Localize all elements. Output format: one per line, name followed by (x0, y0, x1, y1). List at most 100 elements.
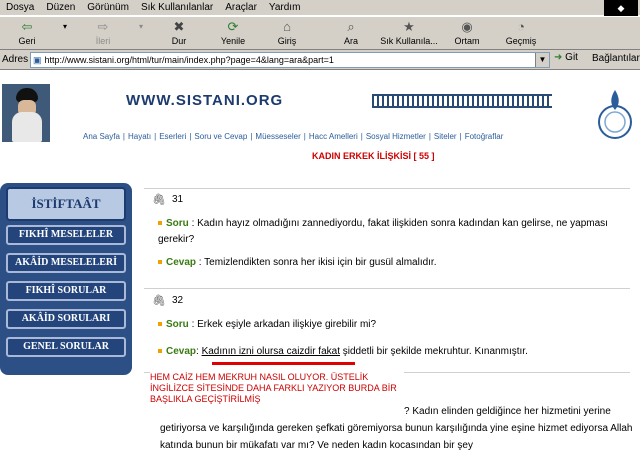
next-question-body: ? Kadın elinden geldiğince her hizmetini… (160, 406, 633, 451)
question-number: 31 (172, 193, 184, 205)
emblem-icon (598, 90, 632, 139)
question-text: : Kadın hayız olmadığını zannediyordu, f… (158, 218, 608, 245)
nav-fotograflar[interactable]: Fotoğraflar (462, 132, 507, 141)
search-label: Ara (343, 36, 358, 46)
page-icon: ▣ (33, 54, 42, 65)
sidebar-item-fikhi-meseleler[interactable]: FIKHÎ MESELELER (6, 225, 126, 245)
nav-siteler[interactable]: Siteler (431, 132, 460, 141)
nav-sosyal-hizmetler[interactable]: Sosyal Hizmetler (363, 132, 429, 141)
history-label: Geçmiş (505, 36, 537, 46)
home-icon: ⌂ (283, 19, 291, 34)
answer-label: Cevap (166, 346, 197, 357)
sidebar-item-genel-sorular[interactable]: GENEL SORULAR (6, 337, 126, 357)
sidebar-item-akaid-meseleleri[interactable]: AKÂİD MESELELERİ (6, 253, 126, 273)
stop-label: Dur (171, 36, 187, 46)
bullet-icon (158, 260, 162, 265)
nav-hayati[interactable]: Hayatı (125, 132, 154, 141)
paperclip-icon: 🖇 (152, 294, 166, 307)
bullet-icon (158, 349, 162, 354)
refresh-button[interactable]: ⟳ Yenile (206, 17, 260, 51)
annotation-note: HEM CAİZ HEM MEKRUH NASIL OLUYOR. ÜSTELİ… (150, 372, 404, 406)
search-icon: ⌕ (347, 19, 355, 34)
menu-dosya[interactable]: Dosya (0, 2, 40, 13)
nav-ana-sayfa[interactable]: Ana Sayfa (80, 132, 123, 141)
search-button[interactable]: ⌕ Ara (324, 17, 378, 51)
go-label: Git (565, 52, 578, 63)
refresh-icon: ⟳ (227, 19, 239, 34)
menu-sik-kullanilanlar[interactable]: Sık Kullanılanlar (135, 2, 219, 13)
menu-yardim[interactable]: Yardım (263, 2, 307, 13)
media-icon: ◉ (461, 19, 473, 34)
bullet-icon (158, 221, 162, 226)
site-nav: Ana Sayfa | Hayatı | Eserleri | Soru ve Cev… (80, 128, 570, 144)
question-header: 🖇 32 (152, 292, 632, 308)
answer-underlined-text: Kadının izni olursa caizdir fakat (201, 346, 340, 357)
history-button[interactable]: ◔ Geçmiş (494, 17, 548, 51)
go-button[interactable]: ➜ Git (554, 52, 578, 63)
bullet-icon (158, 322, 162, 327)
back-dropdown[interactable]: ▾ (54, 17, 76, 51)
favorites-icon: ★ (403, 19, 415, 34)
question-label: Soru (166, 319, 189, 330)
toolbar: ⇦ Geri ▾ ⇨ İleri ▾ ✖ Dur ⟳ Yenile ⌂ Giri… (0, 16, 640, 50)
arabic-calligraphy-banner (372, 94, 552, 108)
refresh-label: Yenile (220, 36, 246, 46)
menu-gorunum[interactable]: Görünüm (81, 2, 135, 13)
question-header: 🖇 31 (152, 191, 632, 207)
forward-arrow-icon: ⇨ (97, 19, 109, 34)
menu-bar: Dosya Düzen Görünüm Sık Kullanılanlar Ar… (0, 0, 640, 16)
home-button[interactable]: ⌂ Giriş (260, 17, 314, 51)
favorites-button[interactable]: ★ Sık Kullanıla... (378, 17, 440, 51)
divider (144, 288, 630, 289)
history-icon: ◔ (517, 19, 525, 34)
media-label: Ortam (454, 36, 480, 46)
divider (144, 188, 630, 189)
answer-row: Cevap: Kadının izni olursa caizdir fakat… (158, 344, 528, 360)
links-button[interactable]: Bağlantılar (592, 53, 640, 64)
nav-soru-ve-cevap[interactable]: Soru ve Cevap (191, 132, 250, 141)
back-label: Geri (18, 36, 36, 46)
answer-row: Cevap : Temizlendikten sonra her ikisi i… (158, 255, 437, 271)
question-row: Soru : Erkek eşiyle arkadan ilişkiye gir… (158, 317, 376, 333)
question-number: 32 (172, 294, 184, 306)
back-arrow-icon: ⇦ (21, 19, 33, 34)
menu-araclar[interactable]: Araçlar (219, 2, 263, 13)
address-url: http://www.sistani.org/html/tur/main/ind… (44, 55, 334, 65)
question-label: Soru (166, 218, 189, 229)
go-arrow-icon: ➜ (554, 52, 563, 63)
favorites-label: Sık Kullanıla... (380, 36, 438, 46)
sidebar-item-akaid-sorulari[interactable]: AKÂİD SORULARI (6, 309, 126, 329)
question-text: : Erkek eşiyle arkadan ilişkiye girebili… (191, 319, 377, 330)
dropdown-arrow-icon: ▾ (62, 22, 67, 31)
media-button[interactable]: ◉ Ortam (440, 17, 494, 51)
answer-text: şiddetli bir şekilde mekruhtur. Kınanmış… (339, 346, 528, 357)
dropdown-arrow-icon: ▾ (138, 22, 143, 31)
portrait-beard (12, 112, 42, 142)
forward-dropdown[interactable]: ▾ (130, 17, 152, 51)
windows-logo-icon: ◆ (604, 0, 638, 16)
red-underline-mark (212, 362, 355, 365)
home-label: Giriş (277, 36, 297, 46)
stop-button[interactable]: ✖ Dur (152, 17, 206, 51)
address-dropdown-icon[interactable]: ▼ (535, 53, 549, 67)
menu-duzen[interactable]: Düzen (40, 2, 81, 13)
back-button[interactable]: ⇦ Geri (0, 17, 54, 51)
sidebar-title: İSTİFTAÂT (6, 187, 126, 221)
paperclip-icon: 🖇 (152, 193, 166, 206)
sidebar-item-fikhi-sorular[interactable]: FIKHÎ SORULAR (6, 281, 126, 301)
forward-button[interactable]: ⇨ İleri (76, 17, 130, 51)
sidebar: İSTİFTAÂT FIKHÎ MESELELER AKÂİD MESELELE… (0, 183, 132, 375)
next-question-text: ? Kadın elinden geldiğince her hizmetini… (160, 403, 638, 454)
nav-hacc-amelleri[interactable]: Hacc Amelleri (306, 132, 361, 141)
stop-icon: ✖ (173, 19, 185, 34)
portrait-image (2, 84, 50, 142)
answer-text: : Temizlendikten sonra her ikisi için bi… (198, 257, 437, 268)
nav-eserleri[interactable]: Eserleri (156, 132, 189, 141)
address-input[interactable]: ▣ http://www.sistani.org/html/tur/main/i… (30, 52, 550, 68)
site-title[interactable]: WWW.SISTANI.ORG (126, 92, 283, 109)
answer-label: Cevap (166, 257, 197, 268)
address-bar: Adres ▣ http://www.sistani.org/html/tur/… (0, 50, 640, 70)
question-row: Soru : Kadın hayız olmadığını zannediyor… (158, 216, 620, 248)
nav-muesseseler[interactable]: Müesseseler (252, 132, 303, 141)
address-label: Adres (2, 54, 29, 65)
